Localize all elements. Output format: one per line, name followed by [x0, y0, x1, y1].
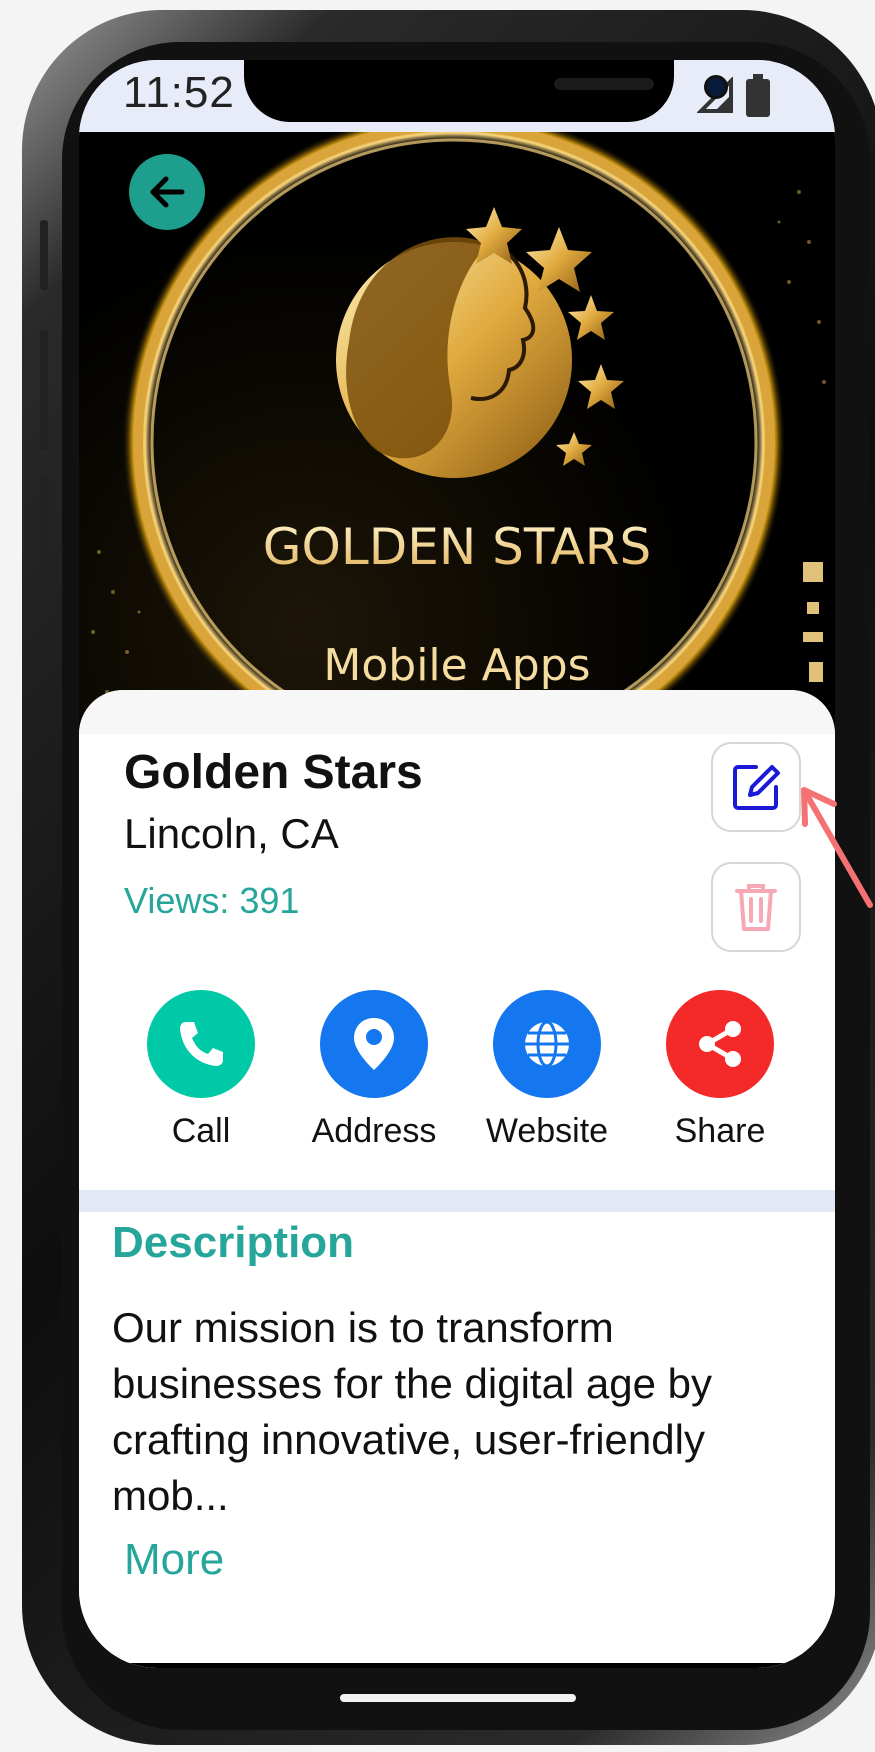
volume-up-button — [40, 330, 48, 450]
delete-button[interactable] — [711, 862, 801, 952]
views-count: Views: 391 — [124, 880, 300, 921]
website-action[interactable]: Website — [462, 990, 632, 1151]
battery-icon — [746, 74, 770, 117]
call-action[interactable]: Call — [116, 990, 286, 1151]
edit-button[interactable] — [711, 742, 801, 832]
section-divider — [79, 1190, 835, 1212]
notch — [244, 60, 728, 122]
description-text: Our mission is to transform businesses f… — [112, 1304, 713, 1519]
share-icon — [699, 1021, 741, 1067]
business-banner: GOLDEN STARS Mobile Apps — [79, 132, 835, 752]
volume-down-button — [40, 475, 48, 595]
address-button[interactable] — [320, 990, 428, 1098]
description-title: Description — [112, 1218, 355, 1267]
front-camera — [704, 75, 728, 99]
home-indicator[interactable] — [340, 1694, 576, 1702]
call-button[interactable] — [147, 990, 255, 1098]
share-action[interactable]: Share — [635, 990, 805, 1151]
business-card: Golden Stars Lincoln, CA Views: 391 Call… — [79, 690, 835, 1668]
business-name: Golden Stars — [124, 746, 423, 799]
contact-actions: Call Address Website Share — [79, 990, 835, 1160]
business-location: Lincoln, CA — [124, 810, 339, 857]
card-top-edge — [79, 690, 835, 734]
edit-icon — [733, 765, 780, 810]
globe-icon — [525, 1020, 569, 1068]
share-button[interactable] — [666, 990, 774, 1098]
trash-icon — [735, 884, 777, 931]
call-label: Call — [171, 1112, 231, 1150]
speaker-grille — [554, 78, 654, 90]
status-bar: 11:52 — [79, 60, 835, 132]
back-button[interactable] — [129, 154, 205, 230]
website-button[interactable] — [493, 990, 601, 1098]
share-label: Share — [674, 1112, 766, 1150]
qr-code-fragment — [803, 562, 823, 682]
golden-stars-logo: GOLDEN STARS Mobile Apps — [91, 132, 826, 752]
arrow-left-icon — [150, 176, 185, 208]
more-link[interactable]: More — [124, 1535, 224, 1585]
screen-bottom-edge — [79, 1663, 835, 1668]
screen: 11:52 GOLDEN STARS Mobile Apps Golden St… — [79, 60, 835, 1668]
logo-subtitle: Mobile Apps — [323, 640, 590, 691]
address-action[interactable]: Address — [289, 990, 459, 1151]
mute-switch — [40, 220, 48, 290]
annotation-arrow-icon — [801, 787, 873, 908]
address-label: Address — [311, 1112, 437, 1150]
website-label: Website — [485, 1112, 609, 1150]
phone-icon — [180, 1022, 223, 1066]
map-pin-icon — [354, 1018, 394, 1070]
logo-title: GOLDEN STARS — [263, 518, 651, 576]
status-time: 11:52 — [123, 68, 235, 117]
